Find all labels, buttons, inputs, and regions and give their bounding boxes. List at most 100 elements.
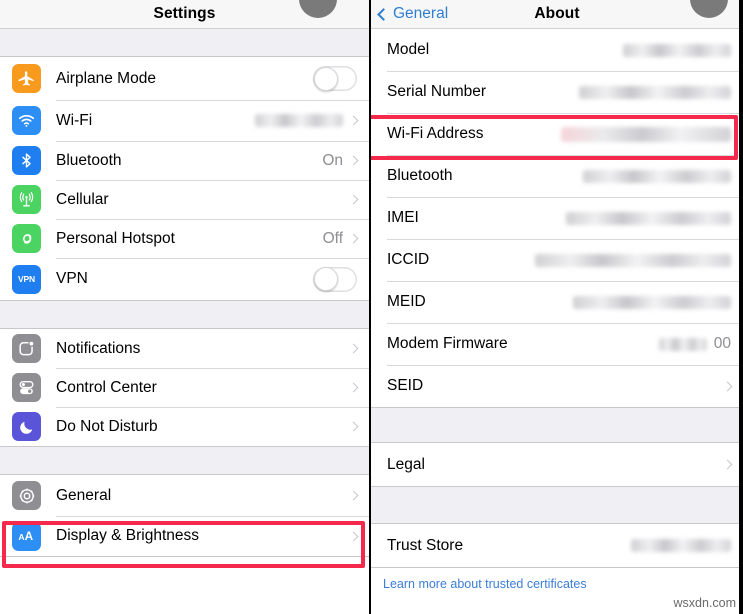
airplane-mode-toggle[interactable] bbox=[313, 66, 357, 91]
list-item-meid[interactable]: MEID bbox=[371, 281, 743, 323]
cellular-antenna-icon bbox=[12, 185, 41, 214]
chevron-left-icon bbox=[377, 7, 390, 21]
sidebar-item-label: Do Not Disturb bbox=[56, 417, 158, 435]
row-accessory bbox=[348, 531, 359, 541]
list-item-model[interactable]: Model bbox=[371, 29, 743, 71]
sidebar-item-label: Bluetooth bbox=[56, 151, 122, 169]
back-button-label: General bbox=[393, 5, 449, 22]
row-accessory: Off bbox=[322, 229, 359, 248]
list-item-serial-number[interactable]: Serial Number bbox=[371, 71, 743, 113]
sidebar-item-notifications[interactable]: Notifications bbox=[0, 329, 369, 368]
svg-text:A: A bbox=[24, 530, 33, 543]
vpn-icon-text: VPN bbox=[18, 274, 35, 284]
row-accessory bbox=[722, 381, 733, 391]
sidebar-item-control-center[interactable]: Control Center bbox=[0, 368, 369, 407]
sidebar-item-wi-fi[interactable]: Wi-Fi bbox=[0, 100, 369, 141]
row-accessory bbox=[348, 343, 359, 354]
row-accessory bbox=[631, 539, 731, 552]
hotspot-state-value: Off bbox=[322, 229, 343, 247]
chevron-right-icon bbox=[348, 490, 359, 501]
watermark: wsxdn.com bbox=[673, 596, 736, 610]
row-accessory bbox=[348, 421, 359, 432]
redacted-meid-value bbox=[573, 295, 731, 309]
gear-icon bbox=[12, 481, 41, 510]
wifi-icon bbox=[12, 106, 41, 135]
sidebar-item-label: Cellular bbox=[56, 190, 109, 208]
row-accessory: On bbox=[322, 151, 359, 170]
row-accessory: 00 bbox=[658, 335, 731, 353]
chevron-right-icon bbox=[348, 194, 359, 205]
sidebar-item-display-brightness[interactable]: A A Display & Brightness bbox=[0, 516, 369, 556]
row-accessory bbox=[348, 194, 359, 205]
modem-firmware-value: 00 bbox=[713, 335, 731, 352]
sidebar-item-label: Wi-Fi bbox=[56, 111, 93, 129]
about-title: About bbox=[534, 5, 580, 22]
row-accessory bbox=[722, 459, 733, 470]
section-gap bbox=[371, 408, 743, 442]
row-accessory bbox=[623, 43, 731, 57]
redacted-bluetooth-value bbox=[583, 169, 731, 183]
moon-icon bbox=[12, 412, 41, 441]
chevron-right-icon bbox=[348, 115, 359, 126]
section-gap bbox=[0, 29, 369, 56]
sidebar-item-vpn[interactable]: VPN VPN bbox=[0, 258, 369, 300]
row-label: Wi-Fi Address bbox=[387, 125, 484, 142]
bluetooth-icon bbox=[12, 146, 41, 175]
bluetooth-state-value: On bbox=[322, 151, 343, 169]
row-label: Legal bbox=[387, 455, 425, 473]
trusted-certificates-link[interactable]: Learn more about trusted certificates bbox=[371, 568, 743, 591]
about-group-legal: Legal bbox=[371, 442, 743, 487]
sidebar-item-label: Control Center bbox=[56, 378, 157, 396]
settings-group-connectivity: Airplane Mode Wi-Fi Bluetooth On Cellula… bbox=[0, 56, 369, 301]
redacted-wifi-address-value bbox=[561, 126, 731, 142]
row-accessory bbox=[313, 266, 357, 292]
vpn-icon: VPN bbox=[12, 264, 41, 294]
chevron-right-icon bbox=[722, 381, 733, 391]
row-accessory bbox=[579, 85, 731, 99]
sidebar-item-cellular[interactable]: Cellular bbox=[0, 180, 369, 219]
sidebar-item-airplane-mode[interactable]: Airplane Mode bbox=[0, 57, 369, 100]
back-button-general[interactable]: General bbox=[377, 5, 449, 23]
settings-panel: Settings Airplane Mode Wi-Fi Bluetooth O… bbox=[0, 0, 371, 614]
list-item-modem-firmware[interactable]: Modem Firmware 00 bbox=[371, 323, 743, 365]
sidebar-item-label: Display & Brightness bbox=[56, 527, 200, 544]
sidebar-item-do-not-disturb[interactable]: Do Not Disturb bbox=[0, 407, 369, 446]
vpn-toggle[interactable] bbox=[313, 266, 357, 292]
settings-group-general: General A A Display & Brightness bbox=[0, 474, 369, 557]
chevron-right-icon bbox=[348, 155, 359, 166]
row-accessory bbox=[583, 169, 731, 183]
row-label: Trust Store bbox=[387, 536, 464, 554]
control-center-sliders-icon bbox=[12, 373, 41, 402]
list-item-trust-store[interactable]: Trust Store bbox=[371, 524, 743, 567]
right-edge-divider bbox=[739, 0, 743, 614]
redacted-wifi-name bbox=[255, 114, 343, 127]
redacted-model-value bbox=[623, 43, 731, 57]
row-accessory bbox=[535, 253, 731, 267]
about-navbar: General About bbox=[371, 0, 743, 29]
row-accessory bbox=[255, 114, 359, 127]
hotspot-link-icon bbox=[12, 224, 41, 253]
sidebar-item-label: Notifications bbox=[56, 339, 141, 357]
list-item-imei[interactable]: IMEI bbox=[371, 197, 743, 239]
row-label: IMEI bbox=[387, 209, 419, 226]
sidebar-item-bluetooth[interactable]: Bluetooth On bbox=[0, 141, 369, 180]
sidebar-item-label: General bbox=[56, 486, 112, 504]
list-item-iccid[interactable]: ICCID bbox=[371, 239, 743, 281]
row-accessory bbox=[561, 126, 731, 142]
list-item-legal[interactable]: Legal bbox=[371, 443, 743, 486]
sidebar-item-personal-hotspot[interactable]: Personal Hotspot Off bbox=[0, 219, 369, 258]
sidebar-item-general[interactable]: General bbox=[0, 475, 369, 516]
screenshot-root: Settings Airplane Mode Wi-Fi Bluetooth O… bbox=[0, 0, 743, 614]
row-accessory bbox=[566, 211, 731, 225]
list-item-seid[interactable]: SEID bbox=[371, 365, 743, 407]
chevron-right-icon bbox=[348, 233, 359, 244]
list-item-bluetooth-address[interactable]: Bluetooth bbox=[371, 155, 743, 197]
svg-text:A: A bbox=[18, 532, 24, 542]
row-label: MEID bbox=[387, 293, 426, 310]
redacted-serial-number-value bbox=[579, 85, 731, 99]
section-gap bbox=[0, 301, 369, 328]
row-accessory bbox=[313, 66, 357, 91]
row-accessory bbox=[573, 295, 731, 309]
list-item-wi-fi-address[interactable]: Wi-Fi Address bbox=[371, 113, 743, 155]
row-accessory bbox=[348, 382, 359, 393]
